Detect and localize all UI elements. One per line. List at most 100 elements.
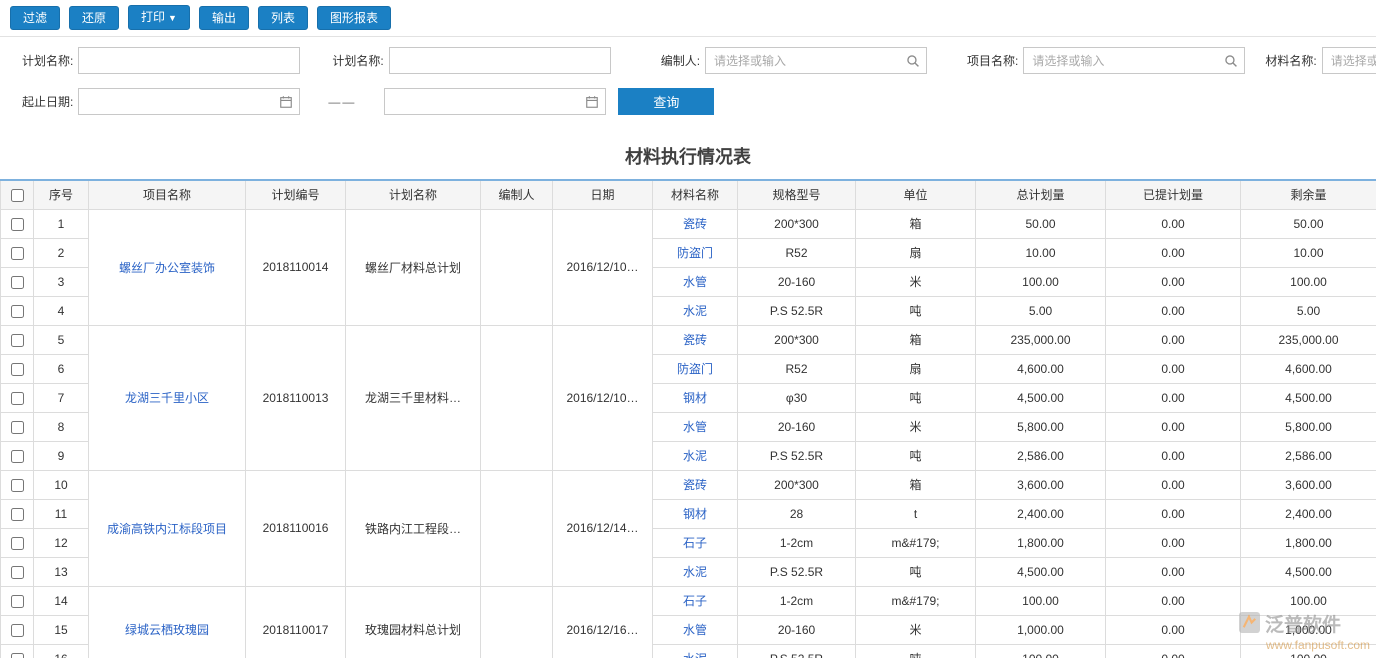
cell-requested: 0.00 [1106, 499, 1241, 528]
cell-remaining: 235,000.00 [1241, 325, 1376, 354]
material-link[interactable]: 水管 [683, 623, 707, 637]
compiler-input[interactable] [705, 47, 927, 74]
cell-unit: 吨 [856, 557, 976, 586]
graphic-report-button[interactable]: 图形报表 [317, 6, 391, 30]
cell-total-planned: 50.00 [976, 209, 1106, 238]
select-all-cell [1, 180, 34, 209]
date-from-input[interactable] [78, 88, 300, 115]
cell-spec: P.S 52.5R [738, 644, 856, 658]
cell-unit: 吨 [856, 644, 976, 658]
search-icon[interactable] [906, 54, 920, 68]
row-checkbox[interactable] [11, 334, 24, 347]
material-link[interactable]: 防盗门 [677, 246, 713, 260]
material-link-cell: 瓷砖 [653, 209, 738, 238]
cell-total-planned: 1,800.00 [976, 528, 1106, 557]
row-checkbox[interactable] [11, 392, 24, 405]
material-link[interactable]: 水管 [683, 275, 707, 289]
print-button[interactable]: 打印▼ [128, 5, 190, 30]
cell-remaining: 50.00 [1241, 209, 1376, 238]
row-checkbox[interactable] [11, 624, 24, 637]
date-to-input[interactable] [384, 88, 606, 115]
project-link-cell: 龙湖三千里小区 [89, 325, 246, 470]
restore-button[interactable]: 还原 [69, 6, 119, 30]
row-checkbox[interactable] [11, 537, 24, 550]
material-name-label: 材料名称: [1265, 52, 1316, 69]
row-checkbox[interactable] [11, 247, 24, 260]
material-link[interactable]: 水泥 [683, 565, 707, 579]
row-checkbox[interactable] [11, 363, 24, 376]
cell-total-planned: 4,500.00 [976, 383, 1106, 412]
project-link[interactable]: 成渝高铁内江标段项目 [107, 522, 227, 536]
list-button[interactable]: 列表 [258, 6, 308, 30]
row-checkbox[interactable] [11, 479, 24, 492]
material-link-cell: 石子 [653, 586, 738, 615]
row-checkbox[interactable] [11, 595, 24, 608]
row-checkbox[interactable] [11, 305, 24, 318]
page: 过滤 还原 打印▼ 输出 列表 图形报表 计划名称: 计划名称: 编制人: 项目… [0, 0, 1376, 658]
material-name-input[interactable] [1322, 47, 1376, 74]
project-name-input[interactable] [1023, 47, 1245, 74]
row-checkbox[interactable] [11, 566, 24, 579]
cell-requested: 0.00 [1106, 470, 1241, 499]
material-link[interactable]: 瓷砖 [683, 478, 707, 492]
plan-name2-input[interactable] [389, 47, 611, 74]
material-link[interactable]: 石子 [683, 536, 707, 550]
cell-unit: 箱 [856, 209, 976, 238]
row-checkbox[interactable] [11, 508, 24, 521]
material-link[interactable]: 瓷砖 [683, 217, 707, 231]
plan-name-input[interactable] [78, 47, 300, 74]
col-spec: 规格型号 [738, 180, 856, 209]
cell-unit: 箱 [856, 470, 976, 499]
project-link[interactable]: 龙湖三千里小区 [125, 391, 209, 405]
col-material: 材料名称 [653, 180, 738, 209]
project-link[interactable]: 螺丝厂办公室装饰 [119, 261, 215, 275]
row-checkbox[interactable] [11, 421, 24, 434]
cell-compiler [481, 325, 553, 470]
row-checkbox[interactable] [11, 450, 24, 463]
row-checkbox[interactable] [11, 653, 24, 658]
cell-seq: 12 [34, 528, 89, 557]
material-link[interactable]: 防盗门 [677, 362, 713, 376]
material-link[interactable]: 钢材 [683, 391, 707, 405]
cell-seq: 3 [34, 267, 89, 296]
material-link-cell: 水泥 [653, 296, 738, 325]
cell-remaining: 4,500.00 [1241, 383, 1376, 412]
cell-unit: 米 [856, 615, 976, 644]
cell-seq: 4 [34, 296, 89, 325]
cell-unit: 扇 [856, 354, 976, 383]
material-link[interactable]: 瓷砖 [683, 333, 707, 347]
cell-seq: 7 [34, 383, 89, 412]
row-checkbox-cell [1, 615, 34, 644]
project-link[interactable]: 绿城云栖玫瑰园 [125, 623, 209, 637]
filter-button[interactable]: 过滤 [10, 6, 60, 30]
search-icon[interactable] [1224, 54, 1238, 68]
material-link-cell: 防盗门 [653, 238, 738, 267]
material-link[interactable]: 水泥 [683, 652, 707, 658]
table-row: 14绿城云栖玫瑰园2018110017玫瑰园材料总计划2016/12/16…石子… [1, 586, 1376, 615]
cell-spec: 200*300 [738, 325, 856, 354]
material-link[interactable]: 钢材 [683, 507, 707, 521]
cell-spec: 200*300 [738, 209, 856, 238]
material-link[interactable]: 水泥 [683, 449, 707, 463]
select-all-checkbox[interactable] [11, 189, 24, 202]
material-link[interactable]: 水管 [683, 420, 707, 434]
row-checkbox[interactable] [11, 276, 24, 289]
export-button[interactable]: 输出 [199, 6, 249, 30]
cell-requested: 0.00 [1106, 644, 1241, 658]
cell-remaining: 1,000.00 [1241, 615, 1376, 644]
calendar-icon[interactable] [585, 95, 599, 109]
cell-seq: 13 [34, 557, 89, 586]
cell-date: 2016/12/10… [553, 325, 653, 470]
row-checkbox-cell [1, 267, 34, 296]
cell-remaining: 5.00 [1241, 296, 1376, 325]
material-link[interactable]: 石子 [683, 594, 707, 608]
cell-total-planned: 3,600.00 [976, 470, 1106, 499]
cell-seq: 11 [34, 499, 89, 528]
row-checkbox[interactable] [11, 218, 24, 231]
material-link[interactable]: 水泥 [683, 304, 707, 318]
query-button[interactable]: 查询 [618, 88, 714, 115]
cell-spec: 20-160 [738, 615, 856, 644]
cell-unit: 扇 [856, 238, 976, 267]
cell-plan-no: 2018110016 [246, 470, 346, 586]
calendar-icon[interactable] [279, 95, 293, 109]
